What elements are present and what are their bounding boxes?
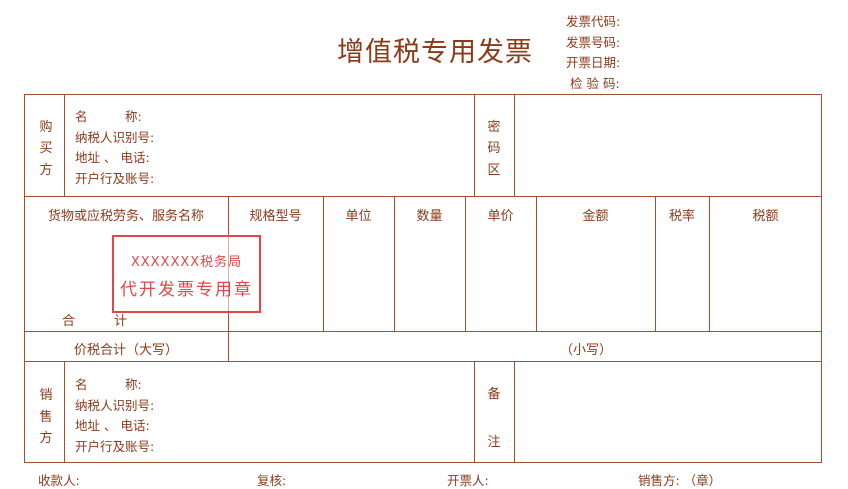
buyer-address-label: 地址 、 电话: — [75, 150, 150, 165]
remarks-char-2: 注 — [487, 435, 501, 450]
cipher-left-divider — [474, 94, 475, 196]
divider-items-totals — [24, 331, 822, 332]
buyer-tax-id-label: 纳税人识别号: — [75, 130, 155, 145]
total-uppercase-label: 价税合计（大写） — [73, 343, 178, 358]
payee-label: 收款人: — [38, 473, 80, 488]
col-header-unit-price: 单价 — [487, 209, 514, 224]
reviewer-label: 复核: — [257, 473, 287, 488]
stamp-bureau-text: XXXXXXX税务局 — [130, 255, 243, 270]
invoice-code-label: 发票代码: — [566, 14, 621, 29]
cipher-right-divider — [514, 94, 515, 196]
tax-bureau-stamp: XXXXXXX税务局 代开发票专用章 — [112, 235, 261, 313]
cipher-char-3: 区 — [487, 163, 501, 178]
buyer-side-char-3: 方 — [39, 163, 53, 178]
seller-name-label: 名 称: — [75, 377, 142, 392]
drawer-label: 开票人: — [447, 473, 489, 488]
seller-address-label: 地址 、 电话: — [75, 418, 150, 433]
cipher-char-2: 码 — [487, 141, 501, 156]
divider-totals-seller — [24, 361, 822, 362]
seller-seal-label: 销售方: （章） — [638, 473, 722, 488]
invoice-number-label: 发票号码: — [566, 35, 621, 50]
col-header-tax-amount: 税额 — [752, 209, 779, 224]
seller-side-char-1: 销 — [39, 388, 53, 403]
cipher-char-1: 密 — [487, 120, 501, 135]
col-header-unit: 单位 — [345, 209, 372, 224]
stamp-seal-text: 代开发票专用章 — [120, 280, 253, 300]
issue-date-label: 开票日期: — [566, 55, 621, 70]
remarks-right-divider — [514, 361, 515, 463]
buyer-bank-label: 开户行及账号: — [75, 171, 155, 186]
seller-side-divider — [64, 361, 65, 463]
remarks-left-divider — [474, 361, 475, 463]
col-header-amount: 金额 — [582, 209, 609, 224]
seller-side-char-2: 售 — [39, 410, 53, 425]
remarks-char-1: 备 — [487, 387, 501, 402]
divider-buyer-items — [24, 196, 822, 197]
check-code-label: 检 验 码: — [570, 76, 620, 91]
buyer-side-divider — [64, 94, 65, 196]
buyer-name-label: 名 称: — [75, 109, 142, 124]
seller-side-char-3: 方 — [39, 431, 53, 446]
seller-bank-label: 开户行及账号: — [75, 439, 155, 454]
col-header-tax-rate: 税率 — [668, 209, 695, 224]
invoice-title: 增值税专用发票 — [337, 37, 533, 68]
total-lowercase-label: （小写） — [560, 343, 613, 358]
col-header-goods: 货物或应税劳务、服务名称 — [47, 209, 204, 224]
col-header-quantity: 数量 — [416, 209, 443, 224]
col-header-spec: 规格型号 — [249, 209, 302, 224]
buyer-side-char-1: 购 — [39, 120, 53, 135]
buyer-side-char-2: 买 — [39, 141, 53, 156]
seller-tax-id-label: 纳税人识别号: — [75, 398, 155, 413]
